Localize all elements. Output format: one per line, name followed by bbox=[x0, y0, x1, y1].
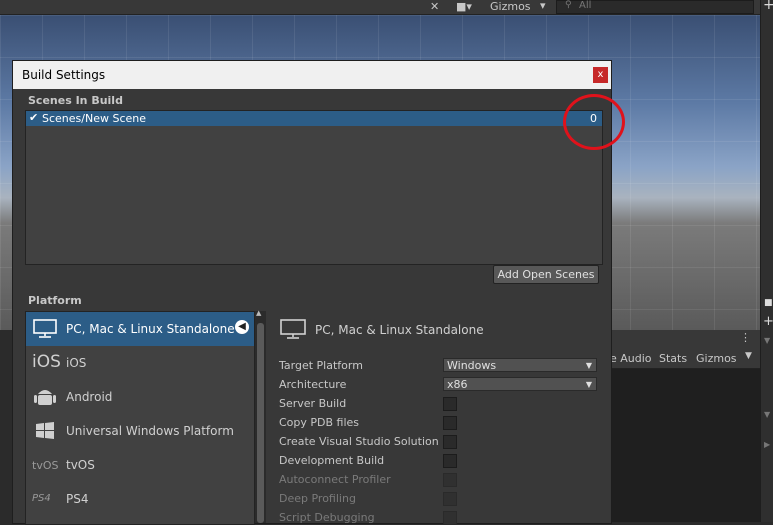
scene-checkbox-icon[interactable]: ✔ bbox=[29, 111, 38, 124]
script-debugging-checkbox bbox=[443, 511, 457, 525]
close-button[interactable]: x bbox=[593, 67, 608, 83]
add-icon-2[interactable]: + bbox=[763, 314, 773, 329]
window-title: Build Settings bbox=[22, 68, 106, 82]
stats-button[interactable]: Stats bbox=[659, 352, 687, 365]
scene-toolbar: ✕ ■▾ Gizmos ▾ ⚲ All bbox=[0, 0, 773, 15]
android-icon bbox=[32, 385, 60, 409]
copy-pdb-label: Copy PDB files bbox=[279, 416, 360, 429]
script-debugging-label: Script Debugging bbox=[279, 511, 375, 524]
platform-detail-title: PC, Mac & Linux Standalone bbox=[315, 323, 484, 337]
target-platform-label: Target Platform bbox=[279, 359, 363, 372]
platform-item-standalone[interactable]: PC, Mac & Linux Standalone ◀ bbox=[26, 312, 254, 346]
deep-profiling-label: Deep Profiling bbox=[279, 492, 356, 505]
development-build-checkbox[interactable] bbox=[443, 454, 457, 468]
platform-label: PS4 bbox=[66, 492, 89, 506]
tvos-icon: tvOS bbox=[32, 459, 59, 472]
server-build-label: Server Build bbox=[279, 397, 347, 410]
add-open-scenes-button[interactable]: Add Open Scenes bbox=[493, 265, 599, 284]
game-toolbar: ⋮ e Audio Stats Gizmos ▼ bbox=[610, 330, 760, 369]
scrollbar-thumb[interactable] bbox=[257, 323, 264, 523]
tools-icon[interactable]: ✕ bbox=[430, 0, 439, 13]
chevron-down-icon: ▼ bbox=[585, 361, 592, 370]
server-build-checkbox[interactable] bbox=[443, 397, 457, 411]
square-icon: ■ bbox=[764, 298, 773, 308]
platform-label: Android bbox=[66, 390, 113, 404]
monitor-icon bbox=[279, 317, 309, 344]
deep-profiling-checkbox bbox=[443, 492, 457, 506]
mute-audio-button[interactable]: e Audio bbox=[610, 352, 652, 365]
development-build-label: Development Build bbox=[279, 454, 385, 467]
chevron-down-icon-2[interactable]: ▼ bbox=[764, 410, 770, 419]
gizmos-dropdown-icon[interactable]: ▾ bbox=[540, 0, 546, 12]
architecture-value: x86 bbox=[447, 378, 468, 391]
platform-item-android[interactable]: Android bbox=[26, 380, 254, 414]
camera-menu-icon[interactable]: ■▾ bbox=[456, 0, 472, 13]
platform-label: PC, Mac & Linux Standalone bbox=[66, 322, 235, 336]
architecture-dropdown[interactable]: x86 ▼ bbox=[443, 377, 597, 391]
build-settings-window: Build Settings x Scenes In Build ✔ Scene… bbox=[12, 60, 612, 525]
platform-label: tvOS bbox=[66, 458, 95, 472]
scenes-in-build-heading: Scenes In Build bbox=[28, 94, 123, 107]
search-placeholder: All bbox=[579, 0, 592, 11]
scroll-up-icon[interactable]: ▲ bbox=[256, 309, 261, 317]
autoconnect-profiler-checkbox bbox=[443, 473, 457, 487]
add-icon[interactable]: + bbox=[763, 0, 773, 13]
platform-list[interactable]: PC, Mac & Linux Standalone ◀ iOS iOS And… bbox=[25, 311, 255, 525]
annotation-circle bbox=[563, 94, 625, 150]
scene-name: Scenes/New Scene bbox=[42, 112, 147, 125]
scene-row[interactable]: ✔ Scenes/New Scene 0 bbox=[26, 111, 602, 126]
target-platform-dropdown[interactable]: Windows ▼ bbox=[443, 358, 597, 372]
target-platform-value: Windows bbox=[447, 359, 497, 372]
windows-icon bbox=[32, 419, 60, 443]
monitor-icon bbox=[32, 317, 60, 341]
create-vs-solution-checkbox[interactable] bbox=[443, 435, 457, 449]
platform-item-ps4[interactable]: PS4 PS4 bbox=[26, 482, 254, 516]
right-panel-edge: + ■ + ▼ ▼ ▶ bbox=[760, 0, 773, 522]
game-gizmos-dropdown-icon[interactable]: ▼ bbox=[745, 351, 752, 361]
scene-search-input[interactable]: ⚲ All bbox=[556, 0, 754, 14]
unity-logo-icon: ◀ bbox=[235, 320, 249, 334]
platform-item-ios[interactable]: iOS iOS bbox=[26, 346, 254, 380]
scenes-list[interactable]: ✔ Scenes/New Scene 0 bbox=[25, 110, 603, 265]
chevron-down-icon[interactable]: ▼ bbox=[764, 336, 770, 345]
architecture-label: Architecture bbox=[279, 378, 347, 391]
ps4-icon: PS4 bbox=[32, 493, 51, 504]
platform-item-uwp[interactable]: Universal Windows Platform bbox=[26, 414, 254, 448]
chevron-right-icon[interactable]: ▶ bbox=[764, 440, 770, 449]
platform-label: Universal Windows Platform bbox=[66, 424, 234, 438]
autoconnect-profiler-label: Autoconnect Profiler bbox=[279, 473, 391, 486]
platform-heading: Platform bbox=[28, 294, 82, 307]
platform-label: iOS bbox=[66, 356, 87, 370]
copy-pdb-checkbox[interactable] bbox=[443, 416, 457, 430]
game-gizmos-button[interactable]: Gizmos bbox=[696, 352, 737, 365]
platform-item-tvos[interactable]: tvOS tvOS bbox=[26, 448, 254, 482]
search-icon: ⚲ bbox=[565, 0, 572, 10]
panel-menu-icon[interactable]: ⋮ bbox=[740, 331, 751, 344]
create-vs-solution-label: Create Visual Studio Solution bbox=[279, 435, 439, 448]
ios-icon: iOS bbox=[32, 352, 61, 372]
chevron-down-icon: ▼ bbox=[585, 380, 592, 389]
gizmos-button[interactable]: Gizmos bbox=[490, 0, 531, 13]
title-bar[interactable]: Build Settings x bbox=[13, 61, 611, 89]
